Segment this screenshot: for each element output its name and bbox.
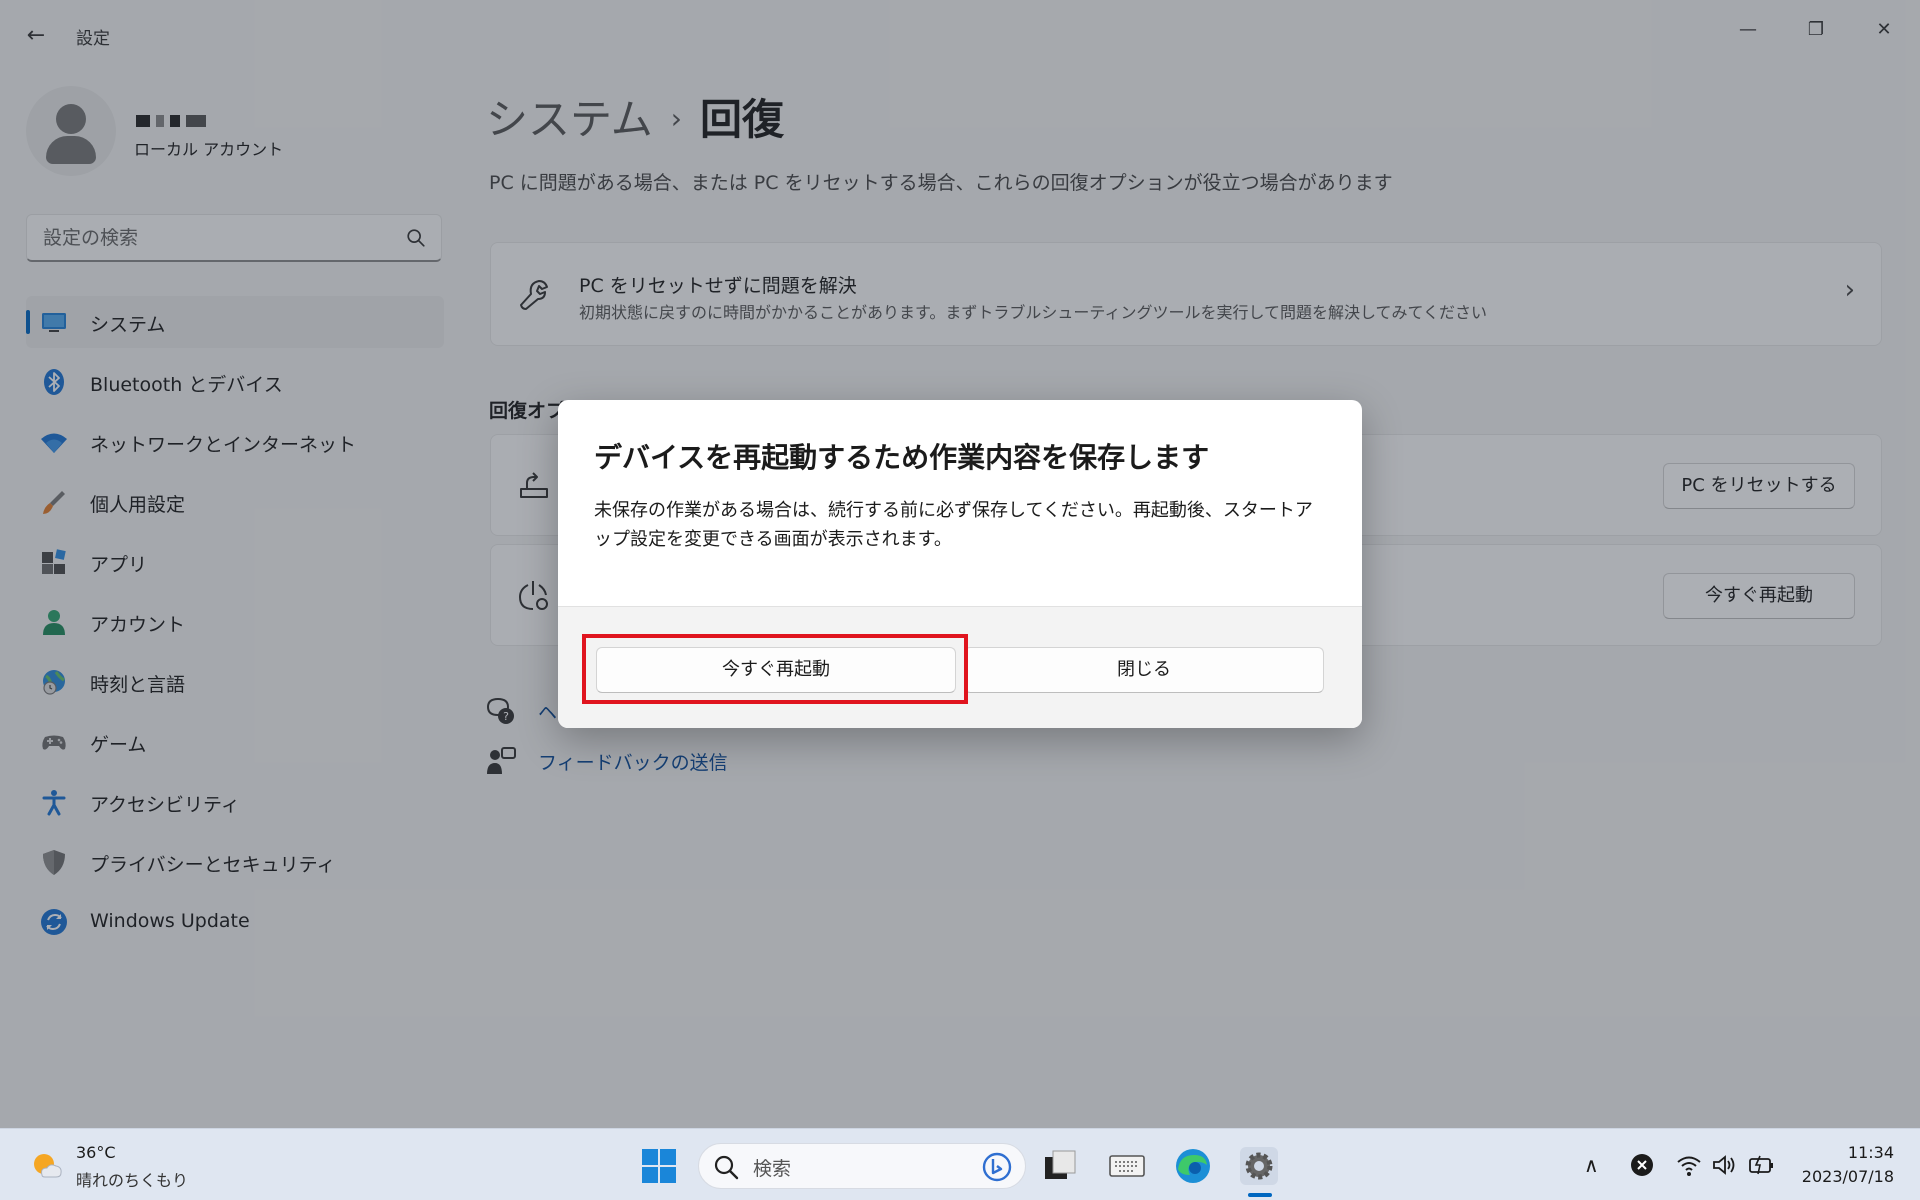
- weather-icon[interactable]: [30, 1149, 64, 1183]
- battery-charging-icon[interactable]: [1748, 1153, 1776, 1177]
- taskbar: 36°C 晴れのちくもり 検索 ∧ 11:34 2023/07/18: [0, 1128, 1920, 1200]
- dialog-title: デバイスを再起動するため作業内容を保存します: [594, 441, 1210, 474]
- edge-browser-icon[interactable]: [1174, 1147, 1212, 1185]
- app-close-circle-icon[interactable]: [1630, 1153, 1654, 1177]
- active-app-indicator: [1248, 1193, 1272, 1197]
- clock-date: 2023/07/18: [1801, 1167, 1894, 1186]
- close-dialog-button[interactable]: 閉じる: [964, 647, 1324, 693]
- restart-dialog: デバイスを再起動するため作業内容を保存します 未保存の作業がある場合は、続行する…: [558, 400, 1362, 728]
- weather-description[interactable]: 晴れのちくもり: [76, 1167, 188, 1191]
- keyboard-icon[interactable]: [1108, 1147, 1146, 1185]
- bing-icon[interactable]: [981, 1151, 1013, 1183]
- taskbar-search[interactable]: 検索: [698, 1143, 1026, 1189]
- settings-gear-icon[interactable]: [1240, 1147, 1278, 1185]
- clock-time: 11:34: [1847, 1143, 1894, 1162]
- volume-icon[interactable]: [1712, 1153, 1738, 1177]
- wifi-tray-icon[interactable]: [1676, 1153, 1702, 1177]
- dialog-body: 未保存の作業がある場合は、続行する前に必ず保存してください。再起動後、スタートア…: [594, 500, 1313, 550]
- dialog-footer: 今すぐ再起動 閉じる: [558, 606, 1362, 728]
- task-view-icon[interactable]: [1041, 1147, 1079, 1185]
- clock[interactable]: 11:34 2023/07/18: [1802, 1141, 1894, 1189]
- highlight-box: [582, 634, 968, 704]
- windows-start-icon[interactable]: [640, 1147, 678, 1185]
- tray-overflow-chevron[interactable]: ∧: [1584, 1153, 1599, 1177]
- weather-temperature[interactable]: 36°C: [76, 1143, 116, 1162]
- search-icon: [714, 1155, 739, 1180]
- taskbar-search-placeholder: 検索: [753, 1158, 792, 1180]
